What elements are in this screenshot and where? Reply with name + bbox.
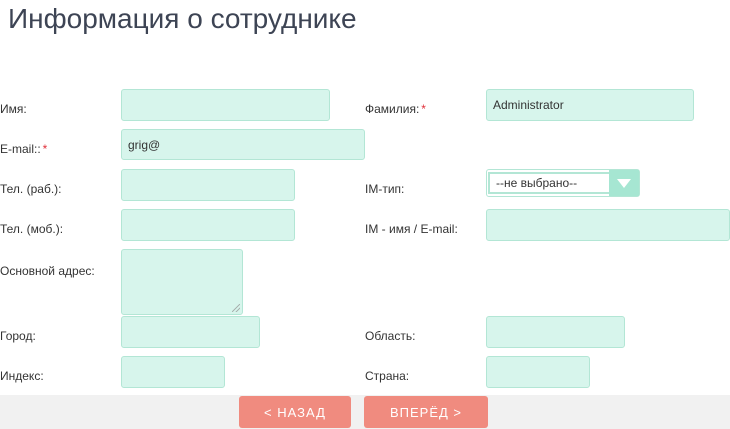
back-button[interactable]: < НАЗАД xyxy=(239,396,351,428)
zip-label: Индекс: xyxy=(0,369,44,383)
resize-grip-icon[interactable] xyxy=(232,304,240,312)
address-textarea[interactable] xyxy=(121,249,243,315)
email-label: E-mail:: * xyxy=(0,142,48,156)
dropdown-arrow-icon[interactable] xyxy=(609,170,639,196)
address-label: Основной адрес: xyxy=(0,264,95,278)
first-name-label: Имя: xyxy=(0,102,27,116)
im-name-input[interactable] xyxy=(486,209,730,241)
im-type-label: IM-тип: xyxy=(365,182,405,196)
mobile-phone-input[interactable] xyxy=(121,209,295,241)
last-name-input[interactable]: Administrator xyxy=(486,89,694,121)
city-label: Город: xyxy=(0,329,36,343)
country-input[interactable] xyxy=(486,356,590,388)
region-label: Область: xyxy=(365,329,416,343)
city-input[interactable] xyxy=(121,316,260,348)
im-name-label: IM - имя / E-mail: xyxy=(365,222,458,236)
email-input[interactable]: grig@ xyxy=(121,129,365,160)
next-button[interactable]: ВПЕРЁД > xyxy=(364,396,488,428)
country-label: Страна: xyxy=(365,369,410,383)
im-type-selected-value: --не выбрано-- xyxy=(488,172,609,194)
page-title: Информация о сотруднике xyxy=(8,3,357,34)
required-mark: * xyxy=(421,102,426,116)
work-phone-input[interactable] xyxy=(121,169,295,201)
first-name-input[interactable] xyxy=(121,89,330,121)
im-type-select[interactable]: --не выбрано-- xyxy=(486,169,640,197)
mobile-phone-label: Тел. (моб.): xyxy=(0,222,64,236)
zip-input[interactable] xyxy=(121,356,225,388)
region-input[interactable] xyxy=(486,316,625,348)
work-phone-label: Тел. (раб.): xyxy=(0,182,62,196)
required-mark: * xyxy=(42,142,48,156)
last-name-label: Фамилия: * xyxy=(365,102,426,116)
